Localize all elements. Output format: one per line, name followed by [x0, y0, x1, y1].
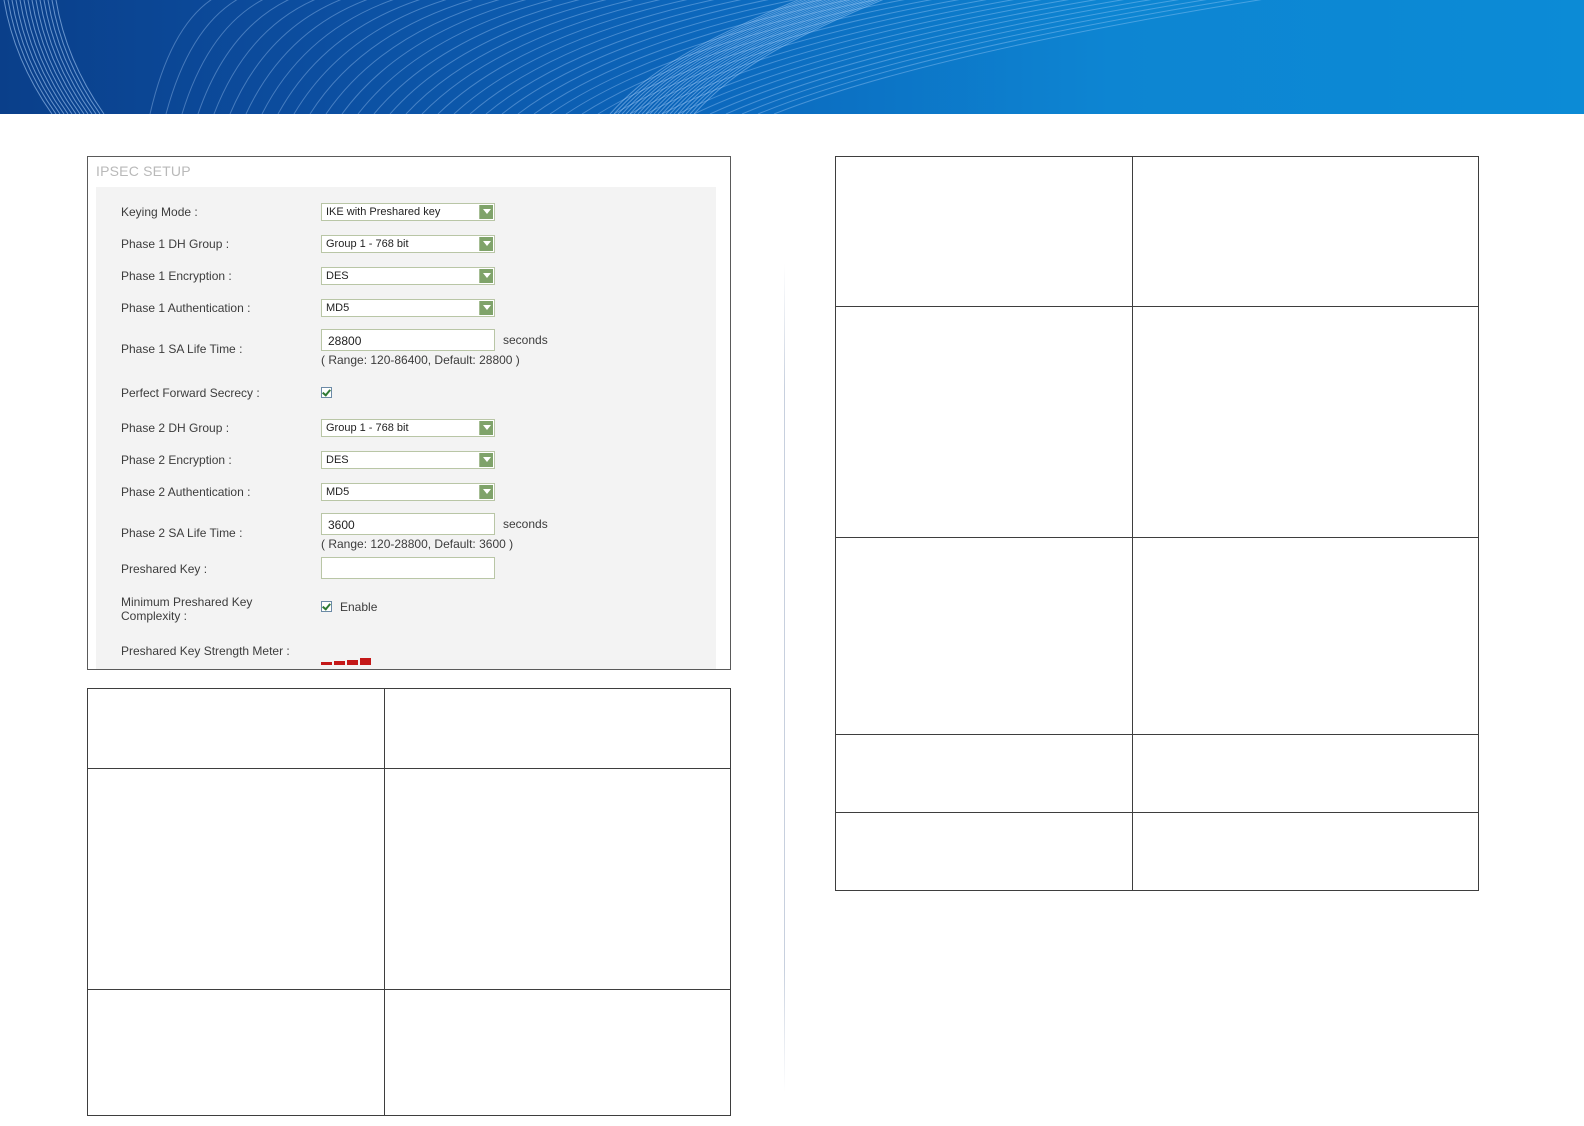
- phase2-sa-life-time-input[interactable]: 3600: [321, 513, 495, 535]
- table-cell: [835, 537, 1133, 735]
- chevron-down-icon[interactable]: [479, 269, 493, 283]
- phase2-authentication-value: MD5: [326, 486, 350, 498]
- table-row: [87, 989, 731, 1116]
- key-strength-meter-label: Preshared Key Strength Meter :: [121, 644, 290, 658]
- phase2-dh-group-select[interactable]: Group 1 - 768 bit: [321, 419, 495, 437]
- phase1-sa-life-time-input[interactable]: 28800: [321, 329, 495, 351]
- left-description-table: [87, 688, 731, 1116]
- table-cell: [835, 156, 1133, 307]
- wave-line: [55, 0, 105, 114]
- preshared-key-label: Preshared Key :: [121, 562, 208, 576]
- chevron-down-icon[interactable]: [479, 453, 493, 467]
- phase1-encryption-label: Phase 1 Encryption :: [121, 269, 232, 283]
- ipsec-form: Keying Mode : IKE with Preshared key Pha…: [96, 187, 716, 669]
- table-row: [835, 734, 1479, 813]
- min-key-complexity-enable-label: Enable: [340, 600, 378, 614]
- right-description-table: [835, 156, 1479, 891]
- table-cell: [87, 989, 385, 1116]
- phase2-authentication-label: Phase 2 Authentication :: [121, 485, 251, 499]
- table-cell: [87, 768, 385, 990]
- wave-line: [325, 0, 500, 114]
- phase1-dh-group-select[interactable]: Group 1 - 768 bit: [321, 235, 495, 253]
- wave-line: [617, 0, 808, 114]
- phase1-sa-unit: seconds: [503, 333, 548, 347]
- table-row: [87, 688, 731, 769]
- pfs-label: Perfect Forward Secrecy :: [121, 386, 260, 400]
- phase1-encryption-select[interactable]: DES: [321, 267, 495, 285]
- table-cell: [835, 734, 1133, 813]
- keying-mode-value: IKE with Preshared key: [326, 206, 441, 218]
- keying-mode-select[interactable]: IKE with Preshared key: [321, 203, 495, 221]
- phase2-sa-life-time-value: 3600: [328, 518, 355, 532]
- keying-mode-label: Keying Mode :: [121, 205, 198, 219]
- phase2-sa-range-hint: ( Range: 120-28800, Default: 3600 ): [321, 537, 514, 551]
- min-key-complexity-label-line1: Minimum Preshared Key: [121, 595, 253, 609]
- phase1-dh-group-label: Phase 1 DH Group :: [121, 237, 230, 251]
- phase2-sa-life-time-label: Phase 2 SA Life Time :: [121, 526, 243, 540]
- wave-line: [437, 0, 688, 114]
- phase2-authentication-select[interactable]: MD5: [321, 483, 495, 501]
- header-banner: [0, 0, 1584, 114]
- table-cell: [384, 768, 731, 990]
- wave-line: [181, 0, 264, 114]
- wave-line: [629, 0, 820, 114]
- banner-wave-graphic: [3, 0, 1262, 114]
- phase1-authentication-select[interactable]: MD5: [321, 299, 495, 317]
- table-cell: [384, 688, 731, 769]
- key-strength-meter: [321, 657, 381, 665]
- chevron-down-icon[interactable]: [479, 485, 493, 499]
- strength-bar: [321, 662, 332, 665]
- min-key-complexity-checkbox[interactable]: [321, 601, 332, 612]
- chevron-down-icon[interactable]: [479, 237, 493, 251]
- table-row: [835, 812, 1479, 891]
- min-key-complexity-label-line2: Complexity :: [121, 609, 188, 623]
- strength-bar: [334, 661, 345, 665]
- phase2-dh-group-label: Phase 2 DH Group :: [121, 421, 230, 435]
- panel-title: IPSEC SETUP: [96, 163, 191, 179]
- wave-line: [609, 0, 800, 114]
- table-row: [835, 306, 1479, 538]
- strength-bar: [360, 658, 371, 665]
- table-cell: [87, 688, 385, 769]
- table-cell: [384, 989, 731, 1116]
- table-cell: [1132, 537, 1479, 735]
- ipsec-setup-screenshot: IPSEC SETUP Keying Mode : IKE with Presh…: [87, 156, 731, 670]
- strength-bar: [347, 660, 358, 665]
- table-cell: [835, 306, 1133, 538]
- phase1-sa-life-time-value: 28800: [328, 334, 362, 348]
- table-cell: [1132, 156, 1479, 307]
- wave-line: [469, 0, 742, 114]
- phase1-sa-range-hint: ( Range: 120-86400, Default: 28800 ): [321, 353, 520, 367]
- phase1-sa-life-time-label: Phase 1 SA Life Time :: [121, 342, 243, 356]
- table-cell: [1132, 812, 1479, 891]
- wave-line: [213, 0, 316, 114]
- chevron-down-icon[interactable]: [479, 421, 493, 435]
- phase1-authentication-label: Phase 1 Authentication :: [121, 301, 251, 315]
- table-cell: [835, 812, 1133, 891]
- phase1-authentication-value: MD5: [326, 302, 350, 314]
- preshared-key-input[interactable]: [321, 557, 495, 579]
- table-row: [835, 537, 1479, 735]
- wave-line: [229, 0, 342, 114]
- table-cell: [1132, 734, 1479, 813]
- pfs-checkbox[interactable]: [321, 387, 332, 398]
- table-row: [835, 156, 1479, 307]
- column-divider: [784, 264, 785, 1092]
- phase2-sa-unit: seconds: [503, 517, 548, 531]
- chevron-down-icon[interactable]: [479, 301, 493, 315]
- phase2-encryption-select[interactable]: DES: [321, 451, 495, 469]
- phase2-encryption-label: Phase 2 Encryption :: [121, 453, 232, 467]
- phase1-encryption-value: DES: [326, 270, 349, 282]
- wave-line: [357, 0, 554, 114]
- table-cell: [1132, 306, 1479, 538]
- wave-line: [341, 0, 527, 114]
- phase2-encryption-value: DES: [326, 454, 349, 466]
- wave-line: [637, 0, 828, 114]
- phase1-dh-group-value: Group 1 - 768 bit: [326, 238, 409, 250]
- wave-line: [277, 0, 421, 114]
- phase2-dh-group-value: Group 1 - 768 bit: [326, 422, 409, 434]
- table-row: [87, 768, 731, 990]
- wave-line: [149, 0, 212, 114]
- chevron-down-icon[interactable]: [479, 205, 493, 219]
